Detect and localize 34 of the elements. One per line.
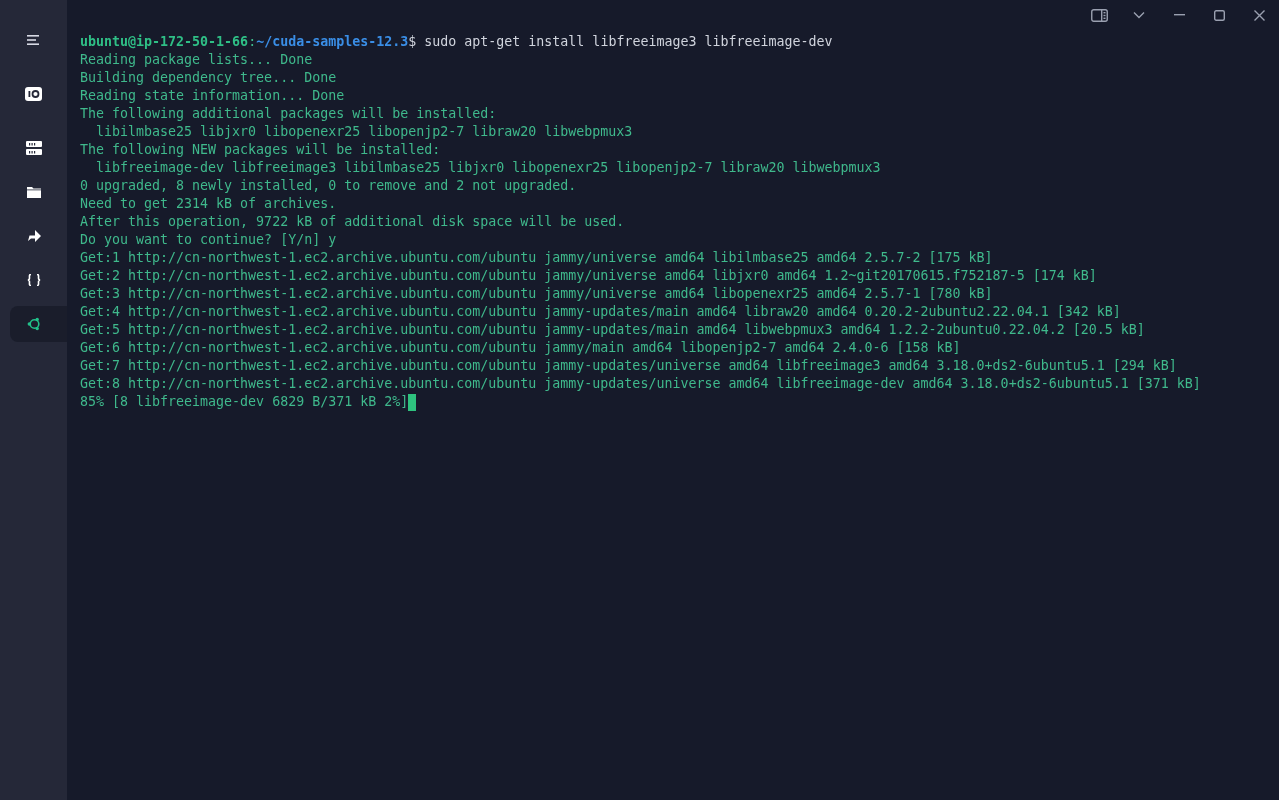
folder-icon xyxy=(26,186,41,198)
terminal-card-icon xyxy=(24,86,43,102)
server-icon xyxy=(25,141,42,155)
progress-line: 85% [8 libfreeimage-dev 6829 B/371 kB 2%] xyxy=(80,393,409,411)
output-line: Get:8 http://cn-northwest-1.ec2.archive.ubuntu.com/ubuntu jammy-updates/universe amd64 libfreeimage-dev amd64 3.18.0+ds2-6ubuntu5.1 [371 kB] xyxy=(80,375,1201,393)
braces-icon xyxy=(26,274,41,286)
circle-nodes-icon xyxy=(26,317,41,331)
output-line: After this operation, 9722 kB of additional disk space will be used. xyxy=(80,213,625,231)
output-line: Get:1 http://cn-northwest-1.ec2.archive.ubuntu.com/ubuntu jammy/universe amd64 libilmbase25 amd64 2.5.7-2 [175 kB] xyxy=(80,249,993,267)
output-line: Get:4 http://cn-northwest-1.ec2.archive.ubuntu.com/ubuntu jammy-updates/main amd64 libraw20 amd64 0.20.2-2ubuntu2.22.04.1 [342 kB] xyxy=(80,303,1121,321)
output-line: Get:7 http://cn-northwest-1.ec2.archive.ubuntu.com/ubuntu jammy-updates/universe amd64 libfreeimage3 amd64 3.18.0+ds2-6ubuntu5.1 [294 kB] xyxy=(80,357,1177,375)
output-line: Reading state information... Done xyxy=(80,87,345,105)
chevron-down-icon xyxy=(1133,11,1145,19)
output-line: Get:2 http://cn-northwest-1.ec2.archive.ubuntu.com/ubuntu jammy/universe amd64 libjxr0 amd64 1.2~git20170615.f752187-5 [174 kB] xyxy=(80,267,1097,285)
forward-arrow-icon xyxy=(26,230,41,242)
output-line: Get:3 http://cn-northwest-1.ec2.archive.ubuntu.com/ubuntu jammy/universe amd64 libopenexr25 amd64 2.5.7-1 [780 kB] xyxy=(80,285,993,303)
close-icon xyxy=(1253,9,1265,21)
maximize-icon xyxy=(1213,9,1225,21)
minimize-icon xyxy=(1173,14,1185,16)
output-line: libfreeimage-dev libfreeimage3 libilmbase25 libjxr0 libopenexr25 libopenjp2-7 libraw20 libwebpmux3 xyxy=(95,159,881,177)
output-line: Building dependency tree... Done xyxy=(80,69,337,87)
prompt-line: ubuntu@ip-172-50-1-66:~/cuda-samples-12.3$ sudo apt-get install libfreeimage3 libfreeimage-dev xyxy=(80,33,833,51)
output-line: Get:5 http://cn-northwest-1.ec2.archive.ubuntu.com/ubuntu jammy-updates/main amd64 libwebpmux3 amd64 1.2.2-2ubuntu0.22.04.2 [20.5 kB] xyxy=(80,321,1145,339)
side-panel-icon xyxy=(1090,8,1108,22)
menu-icon xyxy=(26,34,41,46)
output-line: The following NEW packages will be installed: xyxy=(80,141,441,159)
output-line: Reading package lists... Done xyxy=(80,51,313,69)
output-line: Get:6 http://cn-northwest-1.ec2.archive.ubuntu.com/ubuntu jammy/main amd64 libopenjp2-7 amd64 2.4.0-6 [158 kB] xyxy=(80,339,961,357)
output-line: The following additional packages will be installed: xyxy=(80,105,497,123)
output-line: Do you want to continue? [Y/n] y xyxy=(80,231,337,249)
output-line: libilmbase25 libjxr0 libopenexr25 libopenjp2-7 libraw20 libwebpmux3 xyxy=(95,123,633,141)
output-line: Need to get 2314 kB of archives. xyxy=(80,195,337,213)
output-line: 0 upgraded, 8 newly installed, 0 to remove and 2 not upgraded. xyxy=(80,177,577,195)
cursor xyxy=(408,393,417,411)
